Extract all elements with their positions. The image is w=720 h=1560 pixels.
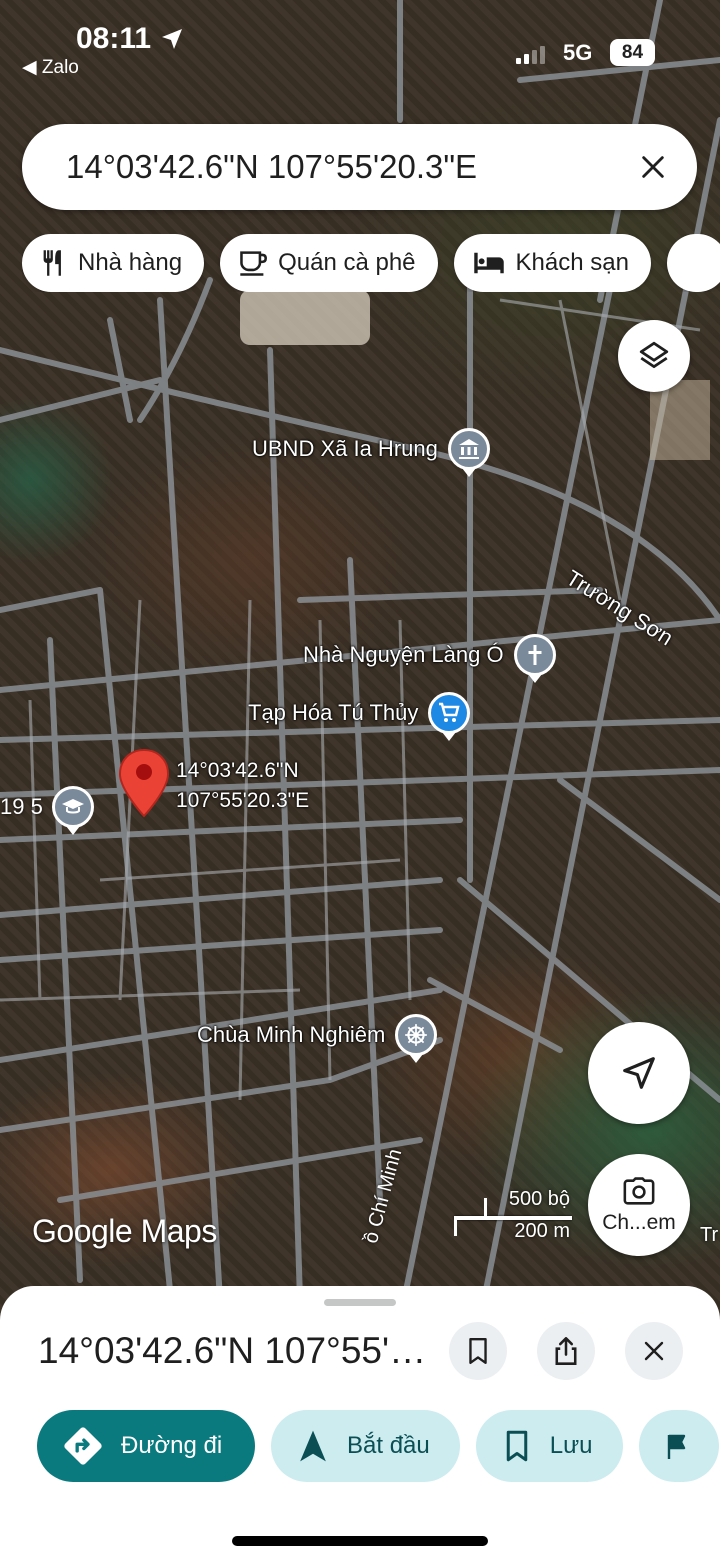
close-sheet-button[interactable] <box>625 1322 683 1380</box>
pin-lat: 14°03'42.6"N <box>176 759 299 782</box>
label-button[interactable] <box>638 1410 719 1482</box>
shopping-cart-icon <box>428 692 471 734</box>
save-button[interactable]: Lưu <box>475 1410 623 1482</box>
place-bottom-sheet[interactable]: 14°03'42.6"N 107°55'20.3"E Đường đi B <box>0 1286 720 1560</box>
save-label: Lưu <box>549 1432 593 1459</box>
coffee-icon <box>240 251 268 276</box>
map-scale: 500 bộ 200 m <box>452 1186 582 1250</box>
navigation-icon <box>300 1430 326 1462</box>
start-label: Bắt đầu <box>347 1432 430 1459</box>
network-type: 5G <box>563 40 593 65</box>
chip-label: Khách sạn <box>515 249 629 276</box>
scale-imperial: 500 bộ <box>508 1188 570 1210</box>
status-bar: 08:11 ◀ Zalo 5G 84 <box>0 0 720 90</box>
edge-road-label: Tr <box>700 1224 719 1246</box>
scale-tick <box>454 1216 457 1236</box>
chip-restaurant[interactable]: Nhà hàng <box>22 234 205 292</box>
layers-icon <box>639 341 669 369</box>
school-icon[interactable] <box>52 786 94 828</box>
back-to-app-link[interactable]: ◀ Zalo <box>22 56 79 79</box>
battery-icon: 84 <box>610 39 655 66</box>
clear-search-button[interactable] <box>623 137 683 197</box>
lens-button[interactable]: Ch...em <box>588 1154 690 1256</box>
school-label: 19 5 <box>0 794 43 819</box>
layers-button[interactable] <box>618 320 690 392</box>
pin-lng: 107°55'20.3"E <box>176 789 310 812</box>
poi-grocery[interactable]: Tạp Hóa Tú Thủy <box>248 692 471 734</box>
pin-coordinate-label: 14°03'42.6"N 107°55'20.3"E <box>176 756 309 816</box>
search-input[interactable]: 14°03'42.6"N 107°55'20.3"E <box>66 148 623 186</box>
share-button[interactable] <box>537 1322 595 1380</box>
camera-lens-icon <box>623 1177 655 1205</box>
scale-tick <box>484 1198 487 1218</box>
church-icon <box>513 634 556 676</box>
google-maps-logo: Google Maps <box>32 1213 217 1249</box>
navigation-arrow-icon <box>623 1057 655 1089</box>
poi-church[interactable]: Nhà Nguyện Làng Ó <box>303 634 556 676</box>
save-place-button[interactable] <box>449 1322 507 1380</box>
lens-label: Ch...em <box>602 1211 676 1234</box>
chip-hotel[interactable]: Khách sạn <box>453 234 651 292</box>
temple-icon <box>395 1014 438 1056</box>
poi-ubnd[interactable]: UBND Xã Ia Hrung <box>252 428 490 470</box>
directions-label: Đường đi <box>121 1432 223 1459</box>
government-icon <box>447 428 490 470</box>
close-icon <box>644 1341 664 1361</box>
sheet-drag-handle[interactable] <box>324 1299 396 1306</box>
poi-label: Chùa Minh Nghiêm <box>197 1022 386 1047</box>
flag-icon <box>667 1434 685 1459</box>
location-arrow-icon <box>162 29 182 49</box>
bookmark-icon <box>506 1430 527 1462</box>
restaurant-icon <box>43 250 61 276</box>
category-chips: Nhà hàng Quán cà phê Khách sạn <box>22 234 720 292</box>
place-title: 14°03'42.6"N 107°55'20.3"E <box>38 1330 438 1371</box>
chip-label: Quán cà phê <box>278 249 416 276</box>
chip-label: Nhà hàng <box>78 249 183 276</box>
bookmark-icon <box>469 1337 487 1365</box>
directions-icon <box>64 1427 102 1465</box>
search-bar[interactable]: 14°03'42.6"N 107°55'20.3"E <box>22 124 697 210</box>
share-icon <box>555 1337 577 1365</box>
poi-label: UBND Xã Ia Hrung <box>252 436 438 461</box>
my-location-button[interactable] <box>588 1022 690 1124</box>
poi-label: Tạp Hóa Tú Thủy <box>248 700 419 725</box>
status-time: 08:11 <box>76 22 152 55</box>
chip-more[interactable] <box>666 234 720 292</box>
hotel-icon <box>473 252 504 274</box>
cell-signal-icon <box>516 46 545 64</box>
close-icon <box>642 156 664 178</box>
start-button[interactable]: Bắt đầu <box>271 1410 460 1482</box>
directions-button[interactable]: Đường đi <box>37 1410 255 1482</box>
scale-metric: 200 m <box>514 1220 570 1242</box>
poi-label: Nhà Nguyện Làng Ó <box>303 642 504 667</box>
chip-coffee[interactable]: Quán cà phê <box>220 234 438 292</box>
location-pin-icon[interactable] <box>118 748 170 823</box>
poi-temple[interactable]: Chùa Minh Nghiêm <box>197 1014 438 1056</box>
home-indicator[interactable] <box>232 1536 488 1546</box>
action-buttons-row: Đường đi Bắt đầu Lưu <box>37 1410 720 1482</box>
